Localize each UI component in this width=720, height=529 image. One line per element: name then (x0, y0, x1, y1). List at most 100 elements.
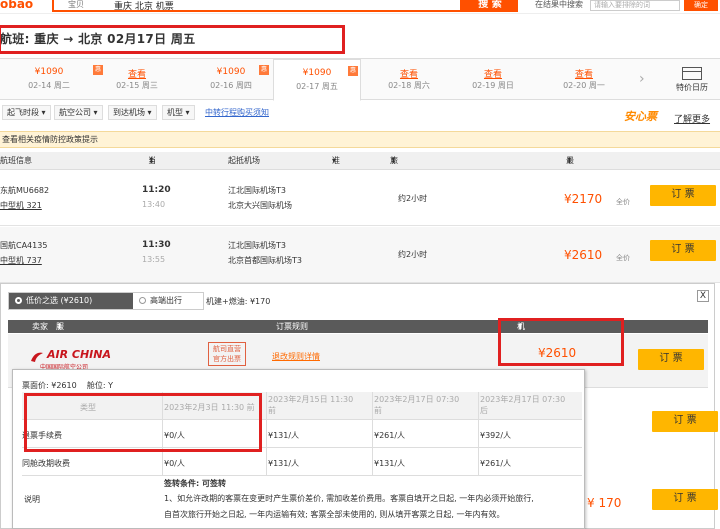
arr-time: 13:55 (142, 255, 166, 264)
taobao-logo[interactable]: obao (0, 0, 33, 11)
radio-selected-icon (15, 297, 22, 304)
date-price: ¥1090 (34, 67, 64, 77)
tab-label: 高端出行 (150, 296, 182, 305)
calendar-icon (682, 67, 702, 80)
date-label: 02-17 周五 (296, 82, 338, 91)
ticket-face-value: 票面价: ¥2610 舱位: Y (22, 380, 113, 391)
row-v4: ¥261/人 (480, 459, 512, 468)
fare-tabs: 低价之选 (¥2610) 高端出行 (8, 292, 204, 310)
note-line-1: 1、如允许改期的客票在变更时产生票价差价, 需加收差价费用。客票自填开之日起, … (164, 494, 534, 503)
tab-label: 低价之选 (¥2610) (26, 296, 93, 305)
filter-airline[interactable]: 航空公司 ▾ (54, 105, 103, 120)
date-price: 查看 (483, 70, 502, 80)
date-tab-0217-active[interactable]: ¥1090 02-17 周五 惠 (273, 59, 361, 101)
highlight-box-price (498, 318, 624, 366)
note-label: 说明 (24, 495, 40, 504)
col-seller: 卖家 (32, 322, 48, 331)
confirm-button[interactable]: 确定 (684, 0, 718, 11)
col-rules: 订票规则 (276, 322, 308, 331)
row-v4: ¥392/人 (480, 431, 512, 440)
calendar-label: 特价日历 (676, 83, 708, 92)
sale-badge: 惠 (93, 65, 103, 75)
highlight-box-refund-fee (24, 393, 262, 452)
book-button[interactable]: 订 票 (638, 349, 704, 370)
airline-flight-no[interactable]: 东航MU6682 (0, 185, 49, 196)
column-divider (478, 392, 479, 476)
epidemic-notice-bar[interactable]: 查看相关疫情防控政策提示 (0, 131, 720, 148)
date-tab-0218[interactable]: 查看 02-18 周六 (375, 59, 443, 100)
filter-arrival-airport[interactable]: 到达机场 ▾ (108, 105, 157, 120)
search-scope-select[interactable]: 宝贝 (68, 0, 84, 10)
filter-label: 到达机场 (113, 108, 145, 117)
date-label: 02-14 周二 (28, 81, 70, 90)
date-price: 查看 (574, 70, 593, 80)
transfer-notice-link[interactable]: 中转行程购买须知 (205, 107, 269, 118)
learn-more-link[interactable]: 了解更多 (674, 112, 710, 125)
tab-low-price[interactable]: 低价之选 (¥2610) (9, 293, 133, 309)
aircraft-type[interactable]: 中型机 737 (0, 255, 42, 266)
price-sub: 全价 (616, 198, 630, 206)
book-button[interactable]: 订 票 (652, 411, 718, 432)
date-tab-0216[interactable]: ¥1090 02-16 周四 惠 (197, 59, 269, 100)
col-service[interactable]: 服务评分⬍ (56, 320, 64, 370)
date-tab-0214[interactable]: ¥1090 02-14 周二 惠 (15, 59, 103, 100)
col-ontime[interactable]: 准点率▾ (332, 152, 340, 201)
filter-departure-time[interactable]: 起飞时段 ▾ (2, 105, 51, 120)
official-stamp: 航司直营 官方出票 (208, 342, 246, 366)
header-c3: 2023年2月17日 07:30 前 (374, 395, 460, 415)
book-button[interactable]: 订 票 (650, 240, 716, 261)
special-calendar-button[interactable]: 特价日历 (668, 67, 716, 93)
book-button[interactable]: 订 票 (652, 489, 718, 510)
refund-rules-link[interactable]: 退改规则详情 (272, 351, 320, 362)
arr-time: 13:40 (142, 200, 166, 209)
filter-bar: 起飞时段 ▾ 航空公司 ▾ 到达机场 ▾ 机型 ▾ 中转行程购买须知 (0, 105, 720, 121)
filter-aircraft[interactable]: 机型 ▾ (162, 105, 195, 120)
note-title: 签转条件: 可签转 (164, 479, 226, 488)
header-c4: 2023年2月17日 07:30 后 (480, 395, 566, 415)
row-v3: ¥131/人 (374, 459, 406, 468)
search-in-results-input[interactable]: 请输入要排除的词 (590, 0, 680, 11)
duration: 约2小时 (398, 250, 428, 259)
radio-icon (139, 297, 146, 304)
col-airport: 起抵机场 (228, 156, 260, 165)
date-label: 02-20 周一 (563, 81, 605, 90)
cabin-label: 舱位: (86, 381, 106, 390)
row-v1: ¥0/人 (164, 459, 185, 468)
filter-label: 机型 (167, 108, 183, 117)
arr-airport: 北京首都国际机场T3 (228, 256, 302, 265)
tab-premium[interactable]: 高端出行 (139, 293, 182, 309)
header-c2: 2023年2月15日 11:30 前 (268, 395, 354, 415)
dep-airport: 江北国际机场T3 (228, 186, 286, 195)
column-divider (266, 392, 267, 476)
search-input[interactable]: 宝贝 重庆 北京 机票 (52, 0, 462, 12)
search-in-results-label: 在结果中搜索 (535, 0, 583, 9)
row-v3: ¥261/人 (374, 431, 406, 440)
anxin-ticket-logo: 安心票 (624, 110, 657, 123)
column-divider (372, 392, 373, 476)
face-value: ¥2610 (51, 381, 77, 390)
lowest-price: ¥2610 (564, 248, 603, 262)
popup-row-change-fee: 同舱改期收费 ¥0/人 ¥131/人 ¥131/人 ¥261/人 (22, 448, 582, 476)
row-v2: ¥131/人 (268, 431, 300, 440)
col-time[interactable]: 当地起降时间⬍ (148, 152, 156, 255)
date-label: 02-15 周三 (116, 81, 158, 90)
book-button[interactable]: 订 票 (650, 185, 716, 206)
col-duration[interactable]: 旅行总时长⬍ (390, 152, 398, 237)
search-button[interactable]: 搜 索 (462, 0, 518, 12)
date-tab-0219[interactable]: 查看 02-19 周日 (459, 59, 527, 100)
airline-flight-no[interactable]: 国航CA4135 (0, 240, 47, 251)
dep-time: 11:20 (142, 185, 171, 195)
col-lowest-price[interactable]: 最低价格(不含税费)⬆ (566, 152, 577, 291)
date-tab-0215[interactable]: 查看 02-15 周三 (103, 59, 171, 100)
date-price: 查看 (399, 70, 418, 80)
aircraft-type[interactable]: 中型机 321 (0, 200, 42, 211)
date-strip: ¥1090 02-14 周二 惠 查看 02-15 周三 ¥1090 02-16… (0, 58, 720, 101)
stamp-text: 航司直营 官方出票 (213, 345, 241, 363)
sale-badge: 惠 (259, 65, 269, 75)
price-sub: 全价 (616, 254, 630, 262)
air-china-logo: AIR CHINA (47, 348, 111, 361)
search-query[interactable]: 重庆 北京 机票 (114, 0, 174, 12)
date-tab-0220[interactable]: 查看 02-20 周一 (550, 59, 618, 100)
close-icon[interactable]: X (697, 290, 709, 302)
chevron-right-icon[interactable]: › (639, 71, 645, 87)
